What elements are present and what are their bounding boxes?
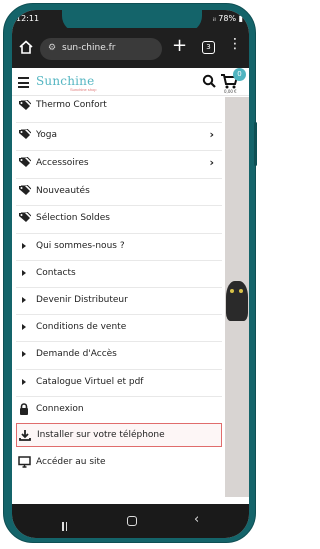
browser-toolbar: ⚙ sun-chine.fr + 3 ⋮ bbox=[12, 28, 249, 68]
battery-level: 78% bbox=[218, 14, 237, 23]
more-menu-icon[interactable]: ⋮ bbox=[228, 37, 242, 51]
navigation-drawer: Thermo Confort Yoga › Accessoires › Nouv… bbox=[12, 97, 225, 502]
triangle-icon bbox=[16, 296, 32, 303]
tag-icon bbox=[16, 99, 32, 111]
triangle-icon bbox=[16, 323, 32, 330]
menu-item-catalogue[interactable]: Catalogue Virtuel et pdf bbox=[16, 369, 222, 393]
menu-item-label: Yoga bbox=[36, 129, 58, 140]
recent-apps-button[interactable] bbox=[62, 516, 72, 531]
menu-item-demande-acces[interactable]: Demande d'Accès bbox=[16, 341, 222, 365]
menu-item-label: Devenir Distributeur bbox=[36, 294, 128, 305]
site-header: Sunchine Sunchine shop 0 0,00 € bbox=[12, 68, 249, 96]
menu-item-label: Connexion bbox=[36, 403, 84, 414]
back-button[interactable]: ‹ bbox=[194, 512, 199, 527]
tag-icon bbox=[16, 185, 32, 196]
menu-item-label: Catalogue Virtuel et pdf bbox=[36, 376, 144, 387]
phone-frame: 12:11 ᵢₗ 78% ▮ ⚙ sun-chine.fr + 3 ⋮ Sunc… bbox=[3, 3, 257, 543]
menu-item-label: Thermo Confort bbox=[36, 100, 107, 110]
menu-item-label: Contacts bbox=[36, 267, 76, 278]
system-nav-bar: ‹ bbox=[12, 504, 249, 538]
triangle-icon bbox=[16, 242, 32, 249]
triangle-icon bbox=[16, 378, 32, 385]
home-button[interactable] bbox=[127, 516, 137, 526]
cat-photo bbox=[226, 281, 248, 321]
menu-item-installer[interactable]: Installer sur votre téléphone bbox=[16, 423, 222, 447]
address-url: sun-chine.fr bbox=[62, 43, 116, 53]
status-time: 12:11 bbox=[16, 14, 40, 23]
address-bar[interactable]: ⚙ sun-chine.fr bbox=[40, 38, 162, 60]
site-logo-tagline: Sunchine shop bbox=[70, 87, 97, 92]
menu-item-conditions-de-vente[interactable]: Conditions de vente bbox=[16, 314, 222, 338]
tag-icon bbox=[16, 129, 32, 140]
menu-item-label: Installer sur votre téléphone bbox=[37, 430, 165, 440]
site-settings-icon[interactable]: ⚙ bbox=[48, 43, 56, 53]
menu-item-label: Accessoires bbox=[36, 157, 89, 168]
menu-item-label: Accéder au site bbox=[36, 457, 106, 467]
menu-item-acceder-au-site[interactable]: Accéder au site bbox=[16, 450, 222, 474]
cart-price: 0,00 € bbox=[224, 89, 237, 94]
menu-item-selection-soldes[interactable]: Sélection Soldes bbox=[16, 205, 222, 229]
menu-item-label: Sélection Soldes bbox=[36, 212, 110, 223]
hamburger-menu-icon[interactable] bbox=[18, 77, 29, 91]
menu-item-connexion[interactable]: Connexion bbox=[16, 396, 222, 420]
chevron-right-icon[interactable]: › bbox=[209, 156, 214, 169]
lock-icon bbox=[16, 402, 32, 415]
menu-item-label: Conditions de vente bbox=[36, 321, 127, 332]
menu-item-contacts[interactable]: Contacts bbox=[16, 260, 222, 284]
tab-switcher-button[interactable]: 3 bbox=[202, 41, 215, 54]
menu-item-nouveautes[interactable]: Nouveautés bbox=[16, 178, 222, 202]
site-logo[interactable]: Sunchine bbox=[36, 74, 94, 88]
phone-screen: 12:11 ᵢₗ 78% ▮ ⚙ sun-chine.fr + 3 ⋮ Sunc… bbox=[12, 10, 249, 538]
tag-icon bbox=[16, 212, 32, 223]
home-icon[interactable] bbox=[18, 39, 34, 55]
download-icon bbox=[17, 429, 33, 441]
signal-icon: ᵢₗ bbox=[212, 14, 216, 23]
menu-item-accessoires[interactable]: Accessoires › bbox=[16, 150, 222, 174]
menu-item-label: Demande d'Accès bbox=[36, 348, 117, 359]
status-icons: ᵢₗ 78% ▮ bbox=[213, 14, 243, 23]
phone-side-button bbox=[254, 122, 257, 166]
battery-icon: ▮ bbox=[238, 14, 243, 23]
menu-item-label: Nouveautés bbox=[36, 185, 90, 196]
new-tab-button[interactable]: + bbox=[172, 35, 187, 56]
cart-count-badge: 0 bbox=[233, 68, 246, 81]
menu-item-yoga[interactable]: Yoga › bbox=[16, 122, 222, 146]
menu-item-thermo-confort[interactable]: Thermo Confort bbox=[16, 93, 222, 117]
menu-item-label: Qui sommes-nous ? bbox=[36, 240, 125, 251]
menu-item-qui-sommes-nous[interactable]: Qui sommes-nous ? bbox=[16, 233, 222, 257]
tag-icon bbox=[16, 157, 32, 168]
triangle-icon bbox=[16, 269, 32, 276]
chevron-right-icon[interactable]: › bbox=[209, 128, 214, 141]
search-icon[interactable] bbox=[202, 74, 216, 88]
menu-item-devenir-distributeur[interactable]: Devenir Distributeur bbox=[16, 287, 222, 311]
monitor-icon bbox=[16, 456, 32, 468]
triangle-icon bbox=[16, 350, 32, 357]
